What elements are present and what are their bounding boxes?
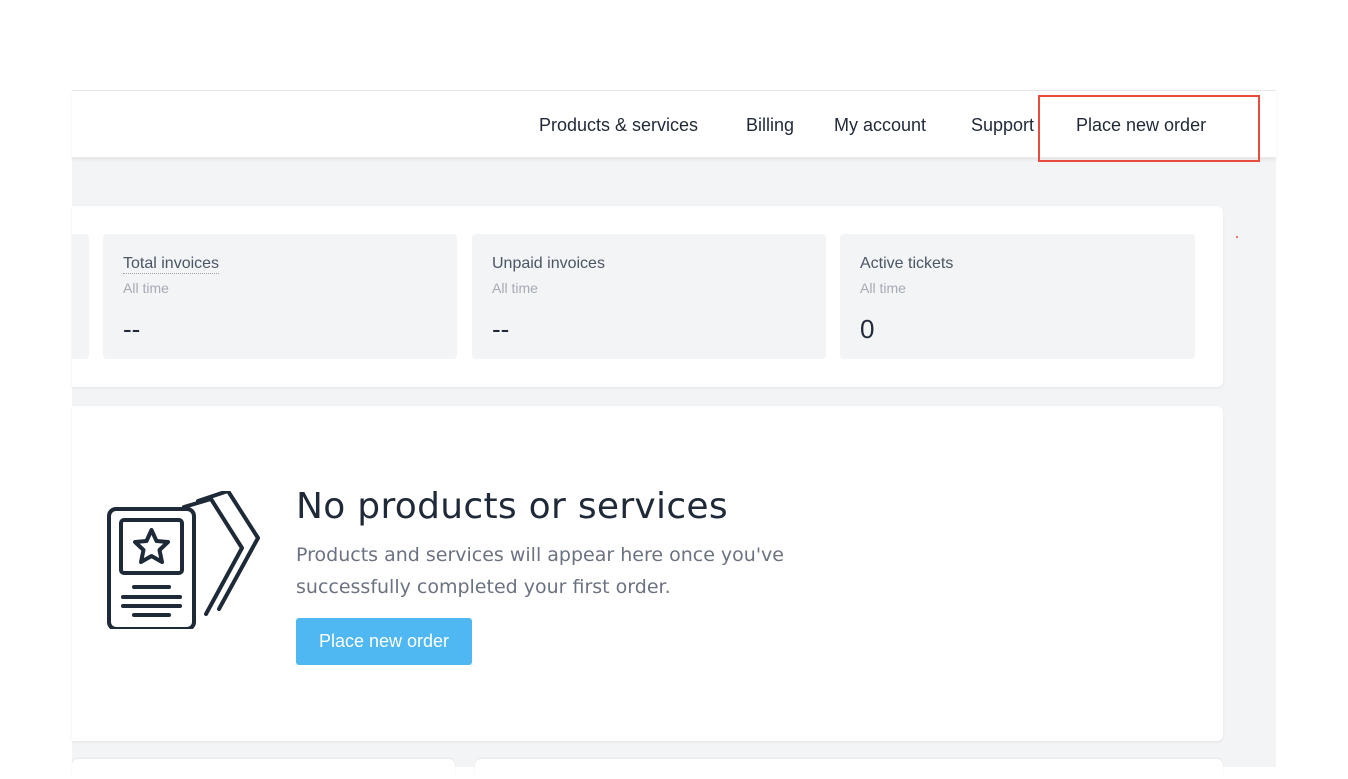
nav-billing[interactable]: Billing — [746, 115, 794, 136]
place-new-order-button[interactable]: Place new order — [296, 618, 472, 665]
stat-title: Total invoices — [123, 255, 220, 274]
stat-subtitle: All time — [860, 280, 906, 296]
nav-support[interactable]: Support — [971, 115, 1034, 136]
nav-products-services[interactable]: Products & services — [539, 115, 698, 136]
stat-title: Active tickets — [860, 255, 954, 272]
document-star-cards-icon — [107, 491, 260, 629]
stat-value: 0 — [860, 314, 875, 344]
empty-state-panel: No products or services Products and ser… — [72, 406, 1223, 741]
stats-panel: Total invoices All time -- Unpaid invoic… — [72, 206, 1223, 387]
top-navbar: Products & services Billing My account S… — [72, 91, 1276, 162]
empty-state-description: Products and services will appear here o… — [296, 544, 784, 598]
stat-value: -- — [492, 314, 510, 344]
stat-subtitle: All time — [123, 280, 169, 296]
app-frame: Products & services Billing My account S… — [72, 90, 1276, 779]
stat-value: -- — [123, 314, 141, 344]
stat-title: Unpaid invoices — [492, 255, 605, 272]
nav-my-account[interactable]: My account — [834, 115, 926, 136]
stat-subtitle: All time — [492, 280, 538, 296]
nav-place-new-order[interactable]: Place new order — [1076, 115, 1206, 136]
red-dot-marker — [1236, 236, 1238, 238]
stat-active-tickets[interactable]: Active tickets All time 0 — [840, 234, 1195, 359]
bottom-panel-right — [475, 759, 1223, 779]
stat-box-partial — [72, 234, 89, 359]
bottom-panel-left — [72, 759, 455, 779]
stat-total-invoices[interactable]: Total invoices All time -- — [103, 234, 457, 359]
empty-state-title: No products or services — [296, 486, 728, 527]
stat-unpaid-invoices[interactable]: Unpaid invoices All time -- — [472, 234, 826, 359]
